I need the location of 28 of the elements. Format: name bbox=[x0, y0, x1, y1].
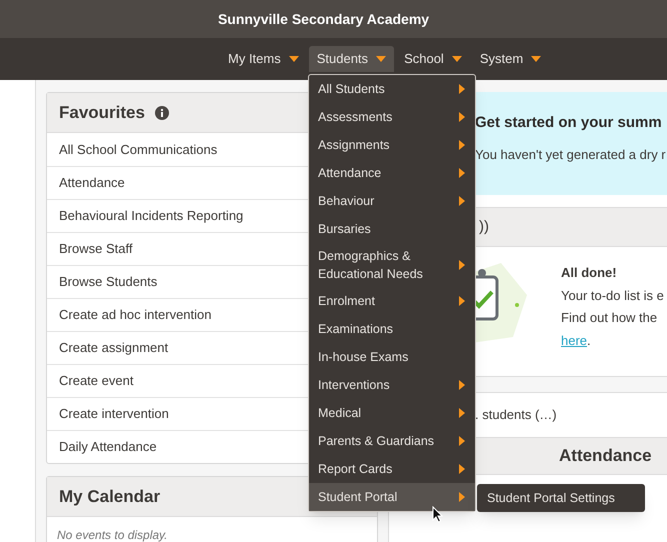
nav-menu-button[interactable]: My Items bbox=[220, 46, 307, 72]
todo-text: Your to-do list is e bbox=[561, 286, 664, 304]
menu-item[interactable]: Assignments bbox=[309, 131, 475, 159]
todo-text: Find out how the bbox=[561, 309, 658, 327]
caret-icon bbox=[452, 56, 462, 62]
nav-menu-button[interactable]: System bbox=[472, 46, 550, 72]
school-title: Sunnyville Secondary Academy bbox=[218, 10, 430, 29]
nav-menu-button[interactable]: School bbox=[396, 46, 470, 72]
panel-title: Favourites bbox=[59, 102, 145, 124]
caret-icon bbox=[531, 56, 542, 62]
todo-title: All done! bbox=[561, 264, 618, 282]
menu-item[interactable]: All Students bbox=[309, 75, 475, 103]
menu-item[interactable]: Student Portal Settings bbox=[477, 484, 645, 512]
cursor-icon bbox=[432, 506, 443, 523]
link-punctuation: . bbox=[587, 332, 591, 350]
caret-icon bbox=[376, 56, 386, 62]
panel-title: My Calendar bbox=[59, 486, 160, 508]
students-text: . students (…) bbox=[475, 406, 557, 424]
panel-title: Attendance bbox=[559, 445, 652, 468]
panel-title: )) bbox=[479, 216, 489, 237]
caret-icon bbox=[288, 56, 299, 62]
banner-title: Get started on your summ bbox=[475, 113, 663, 133]
empty-message: No events to display. bbox=[57, 528, 168, 542]
banner-text: You haven't yet generated a dry r bbox=[475, 146, 667, 164]
nav-menu-button[interactable]: Students bbox=[308, 46, 394, 72]
menu-item[interactable]: Student Portal bbox=[309, 483, 475, 511]
menu-item[interactable]: Assessments bbox=[309, 103, 475, 131]
info-icon[interactable] bbox=[154, 106, 169, 120]
